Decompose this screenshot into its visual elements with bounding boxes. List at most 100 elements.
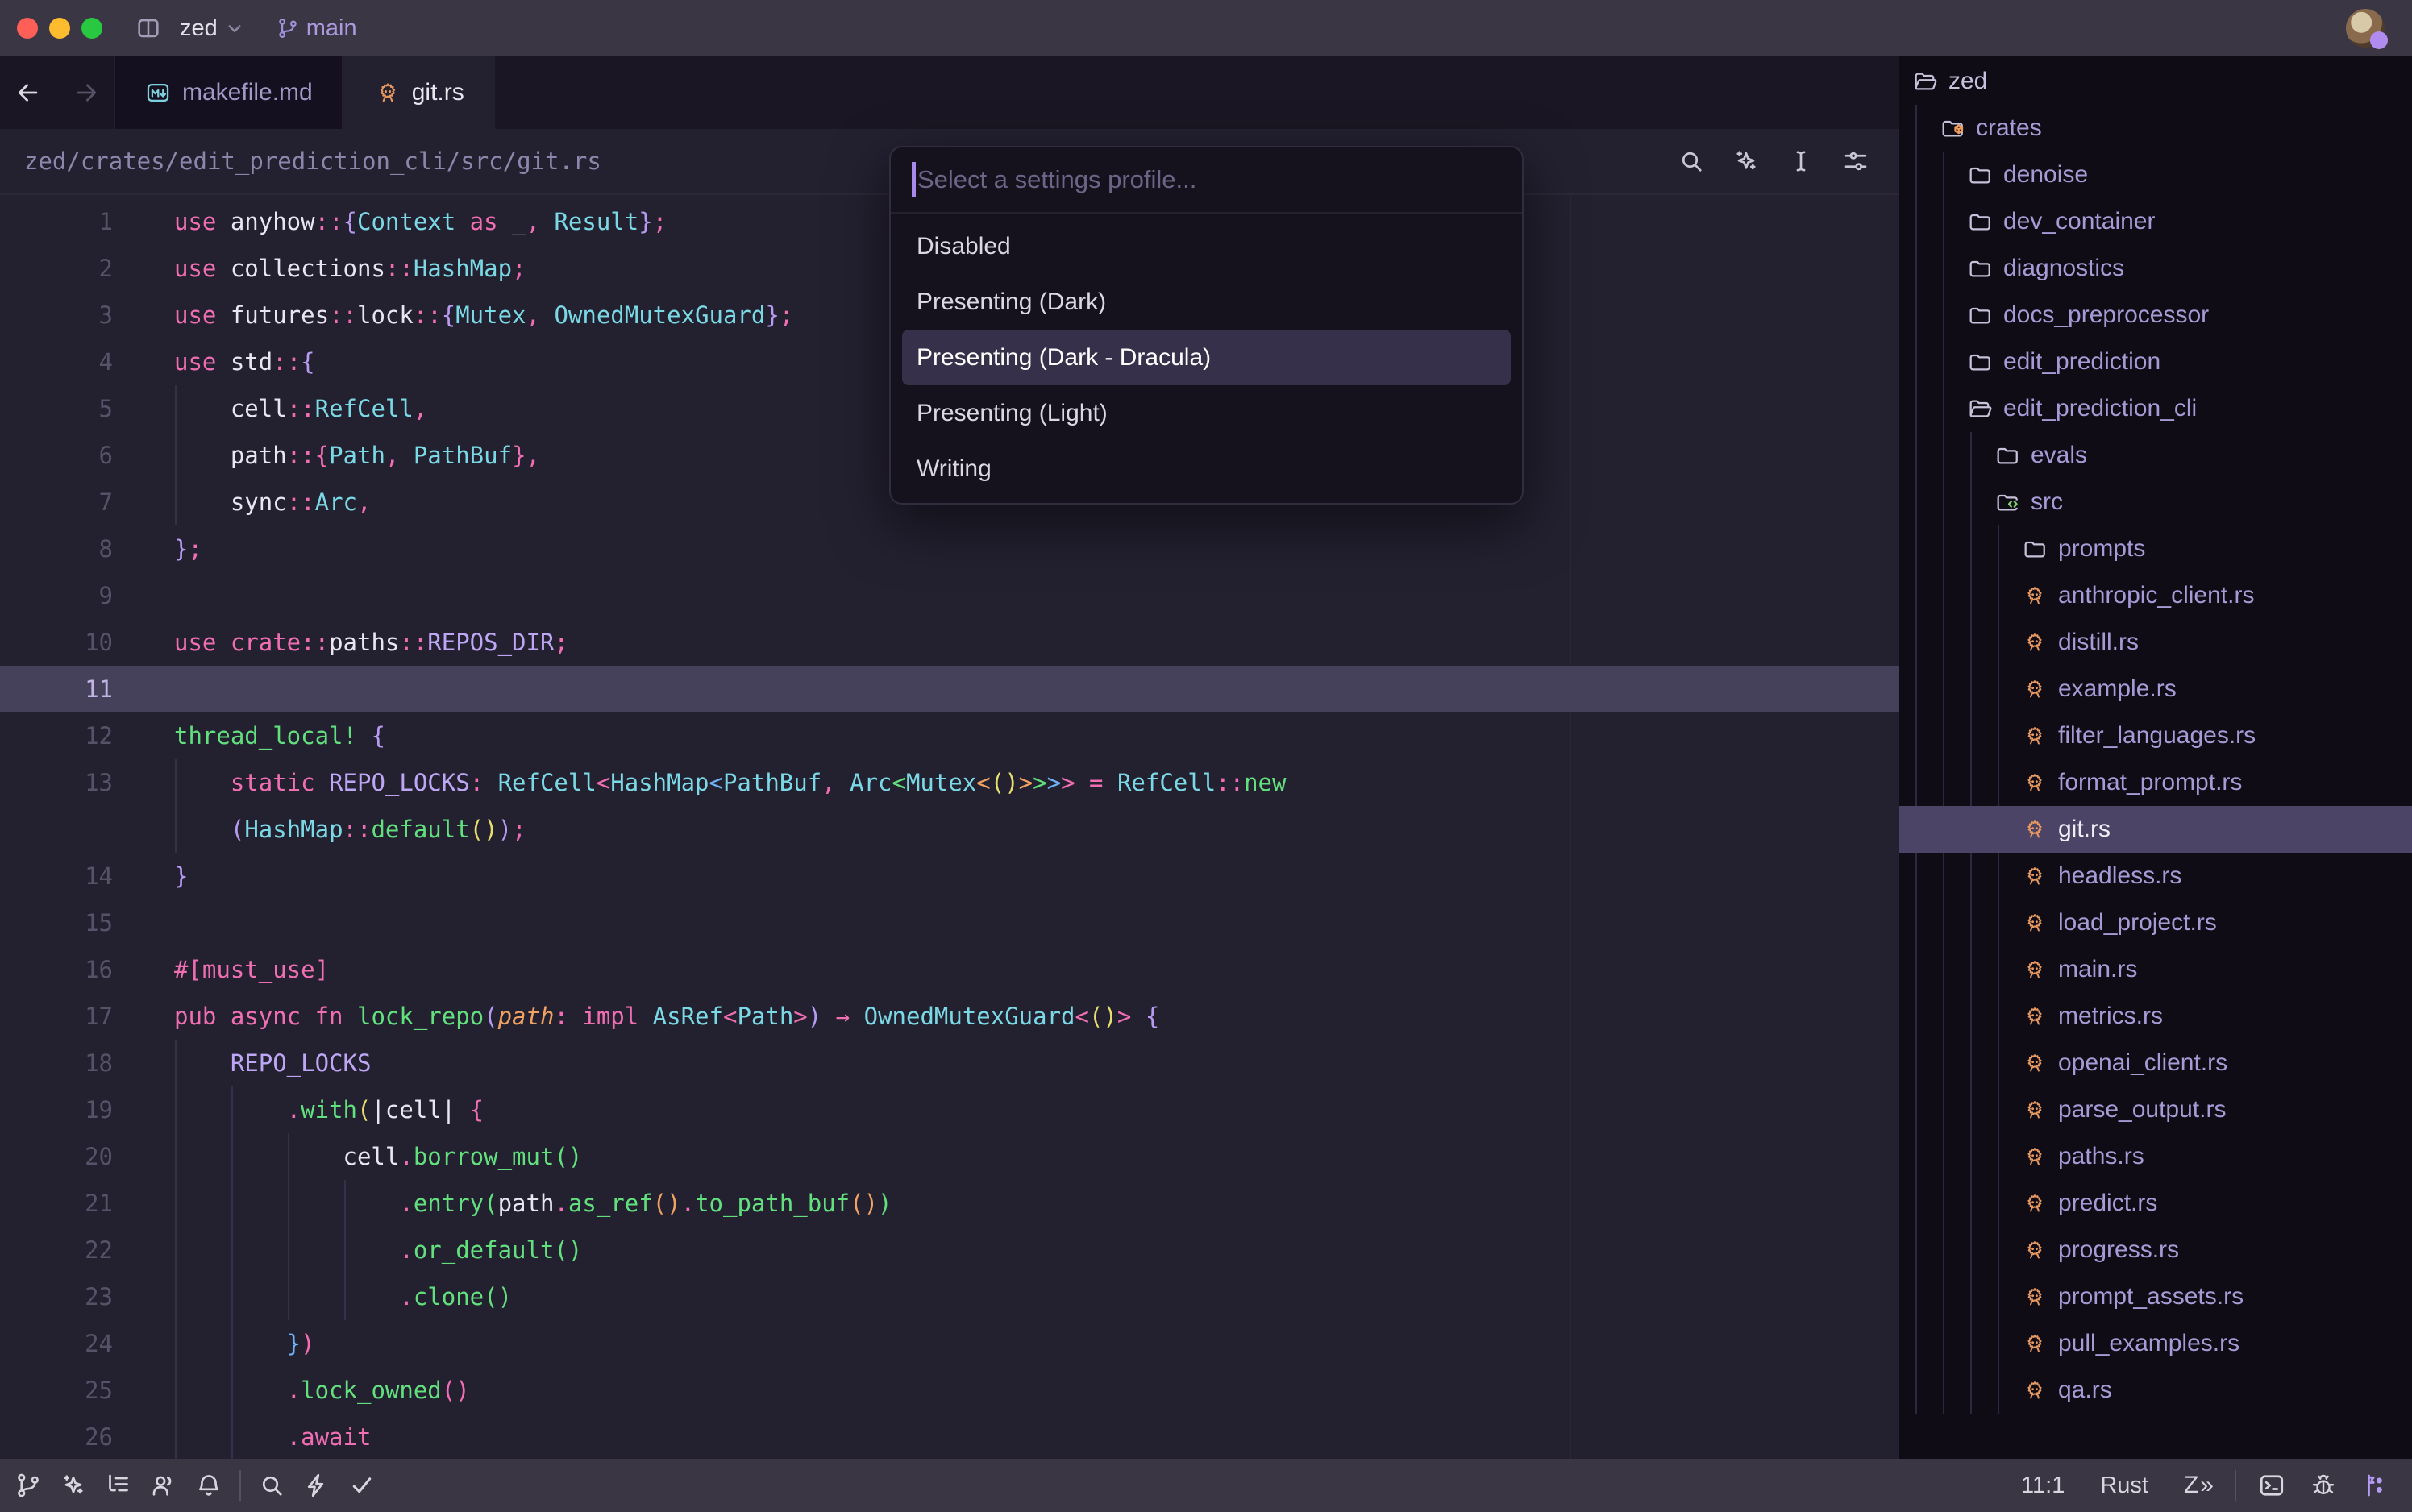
code-line[interactable]: 25 .lock_owned() <box>0 1367 1899 1414</box>
tree-item-headless-rs[interactable]: headless.rs <box>1899 853 2412 899</box>
tree-item-anthropic_client-rs[interactable]: anthropic_client.rs <box>1899 572 2412 619</box>
tree-item-prompts[interactable]: prompts <box>1899 525 2412 572</box>
tree-item-pull_examples-rs[interactable]: pull_examples.rs <box>1899 1320 2412 1367</box>
line-number: 14 <box>0 853 113 899</box>
code-line[interactable]: 24 }) <box>0 1320 1899 1367</box>
tree-item-qa-rs[interactable]: qa.rs <box>1899 1367 2412 1414</box>
notifications-button[interactable] <box>194 1471 223 1500</box>
profile-option-Disabled[interactable]: Disabled <box>902 218 1511 274</box>
code-line[interactable]: 19 .with(|cell| { <box>0 1086 1899 1133</box>
code-line[interactable]: 8}; <box>0 525 1899 572</box>
tree-item-edit_prediction[interactable]: edit_prediction <box>1899 339 2412 385</box>
tree-item-label: qa.rs <box>2058 1377 2112 1404</box>
crab-icon <box>2022 910 2048 936</box>
diagnostics-ok-button[interactable] <box>347 1471 376 1500</box>
code-line[interactable]: 14} <box>0 853 1899 899</box>
tree-item-evals[interactable]: evals <box>1899 432 2412 479</box>
markdown-icon <box>144 79 172 106</box>
tree-item-main-rs[interactable]: main.rs <box>1899 946 2412 993</box>
divider <box>239 1470 241 1501</box>
project-panel-toggle-button[interactable] <box>2360 1471 2389 1500</box>
git-panel-button[interactable] <box>14 1471 43 1500</box>
tree-item-metrics-rs[interactable]: metrics.rs <box>1899 993 2412 1040</box>
code-line[interactable]: 20 cell.borrow_mut() <box>0 1133 1899 1180</box>
assistant-panel-button[interactable] <box>59 1471 88 1500</box>
tree-item-progress-rs[interactable]: progress.rs <box>1899 1227 2412 1273</box>
code-line[interactable]: 21 .entry(path.as_ref().to_path_buf()) <box>0 1180 1899 1227</box>
profile-option-Presenting-Dark-[interactable]: Presenting (Dark) <box>902 274 1511 330</box>
tree-item-paths-rs[interactable]: paths.rs <box>1899 1133 2412 1180</box>
tree-item-label: predict.rs <box>2058 1190 2157 1217</box>
buffer-search-button[interactable] <box>1677 147 1706 176</box>
editor-controls-button[interactable] <box>1841 147 1870 176</box>
tree-item-git-rs[interactable]: git.rs <box>1899 806 2412 853</box>
tree-item-parse_output-rs[interactable]: parse_output.rs <box>1899 1086 2412 1133</box>
code-line[interactable]: 16#[must_use] <box>0 946 1899 993</box>
edit-prediction-indicator[interactable]: Z» <box>2184 1472 2215 1499</box>
outline-panel-button[interactable] <box>104 1471 133 1500</box>
text-cursor-icon[interactable] <box>1786 147 1815 176</box>
tree-item-example-rs[interactable]: example.rs <box>1899 666 2412 712</box>
navigate-forward-button[interactable] <box>73 79 100 106</box>
tree-item-src[interactable]: src <box>1899 479 2412 525</box>
tree-item-denoise[interactable]: denoise <box>1899 152 2412 198</box>
code-line[interactable]: 17pub async fn lock_repo(path: impl AsRe… <box>0 993 1899 1040</box>
code-line[interactable]: 22 .or_default() <box>0 1227 1899 1273</box>
close-window-button[interactable] <box>17 18 38 39</box>
indent-guide <box>231 1086 233 1459</box>
cursor-line[interactable]: 11 <box>0 666 1899 712</box>
tab-makefile-md[interactable]: makefile.md <box>114 56 343 129</box>
project-menu-button[interactable]: zed <box>180 15 247 42</box>
indent-guide <box>175 759 177 853</box>
code-line[interactable]: 23 .clone() <box>0 1273 1899 1320</box>
code-line[interactable]: 12thread_local! { <box>0 712 1899 759</box>
tree-item-filter_languages-rs[interactable]: filter_languages.rs <box>1899 712 2412 759</box>
git-branch-button[interactable]: main <box>276 15 357 42</box>
tree-item-label: git.rs <box>2058 816 2110 843</box>
tree-item-predict-rs[interactable]: predict.rs <box>1899 1180 2412 1227</box>
tree-item-label: format_prompt.rs <box>2058 769 2242 796</box>
tab-label: git.rs <box>412 79 464 106</box>
tree-item-format_prompt-rs[interactable]: format_prompt.rs <box>1899 759 2412 806</box>
folder-icon <box>2022 536 2048 562</box>
indent-guide <box>175 1040 177 1459</box>
project-search-button[interactable] <box>257 1471 286 1500</box>
user-avatar[interactable] <box>2346 9 2385 48</box>
tab-git-rs[interactable]: git.rs <box>343 56 495 129</box>
cursor-position[interactable]: 11:1 <box>2021 1473 2065 1499</box>
settings-profile-search-input[interactable]: Select a settings profile... <box>891 147 1522 214</box>
terminal-panel-button[interactable] <box>2257 1471 2286 1500</box>
language-selector[interactable]: Rust <box>2100 1473 2148 1499</box>
tree-item-diagnostics[interactable]: diagnostics <box>1899 245 2412 292</box>
tree-item-edit_prediction_cli[interactable]: edit_prediction_cli <box>1899 385 2412 432</box>
code-text: pub async fn lock_repo(path: impl AsRef<… <box>174 993 1159 1040</box>
minimize-window-button[interactable] <box>49 18 70 39</box>
inline-assist-button[interactable] <box>1732 147 1761 176</box>
navigate-back-button[interactable] <box>15 79 42 106</box>
maximize-window-button[interactable] <box>81 18 102 39</box>
tree-item-crates[interactable]: crates <box>1899 105 2412 152</box>
tree-item-docs_preprocessor[interactable]: docs_preprocessor <box>1899 292 2412 339</box>
debug-panel-button[interactable] <box>2309 1471 2338 1500</box>
profile-option-Writing[interactable]: Writing <box>902 441 1511 496</box>
tree-item-distill-rs[interactable]: distill.rs <box>1899 619 2412 666</box>
profile-option-Presenting-Dark-Dracula-[interactable]: Presenting (Dark - Dracula) <box>902 330 1511 385</box>
tree-item-openai_client-rs[interactable]: openai_client.rs <box>1899 1040 2412 1086</box>
tasks-button[interactable] <box>302 1471 331 1500</box>
breadcrumb[interactable]: zed/crates/edit_prediction_cli/src/git.r… <box>24 147 601 175</box>
code-line[interactable]: (HashMap::default()); <box>0 806 1899 853</box>
code-line[interactable]: 18 REPO_LOCKS <box>0 1040 1899 1086</box>
code-line[interactable]: 13 static REPO_LOCKS: RefCell<HashMap<Pa… <box>0 759 1899 806</box>
code-line[interactable]: 10use crate::paths::REPOS_DIR; <box>0 619 1899 666</box>
tab-label: makefile.md <box>182 79 313 106</box>
code-line[interactable]: 15 <box>0 899 1899 946</box>
tree-item-load_project-rs[interactable]: load_project.rs <box>1899 899 2412 946</box>
tree-item-zed[interactable]: zed <box>1899 58 2412 105</box>
code-line[interactable]: 26 .await <box>0 1414 1899 1459</box>
code-line[interactable]: 9 <box>0 572 1899 619</box>
tree-item-prompt_assets-rs[interactable]: prompt_assets.rs <box>1899 1273 2412 1320</box>
profile-option-Presenting-Light-[interactable]: Presenting (Light) <box>902 385 1511 441</box>
tree-item-dev_container[interactable]: dev_container <box>1899 198 2412 245</box>
collab-panel-button[interactable] <box>149 1471 178 1500</box>
tree-item-label: anthropic_client.rs <box>2058 582 2254 609</box>
